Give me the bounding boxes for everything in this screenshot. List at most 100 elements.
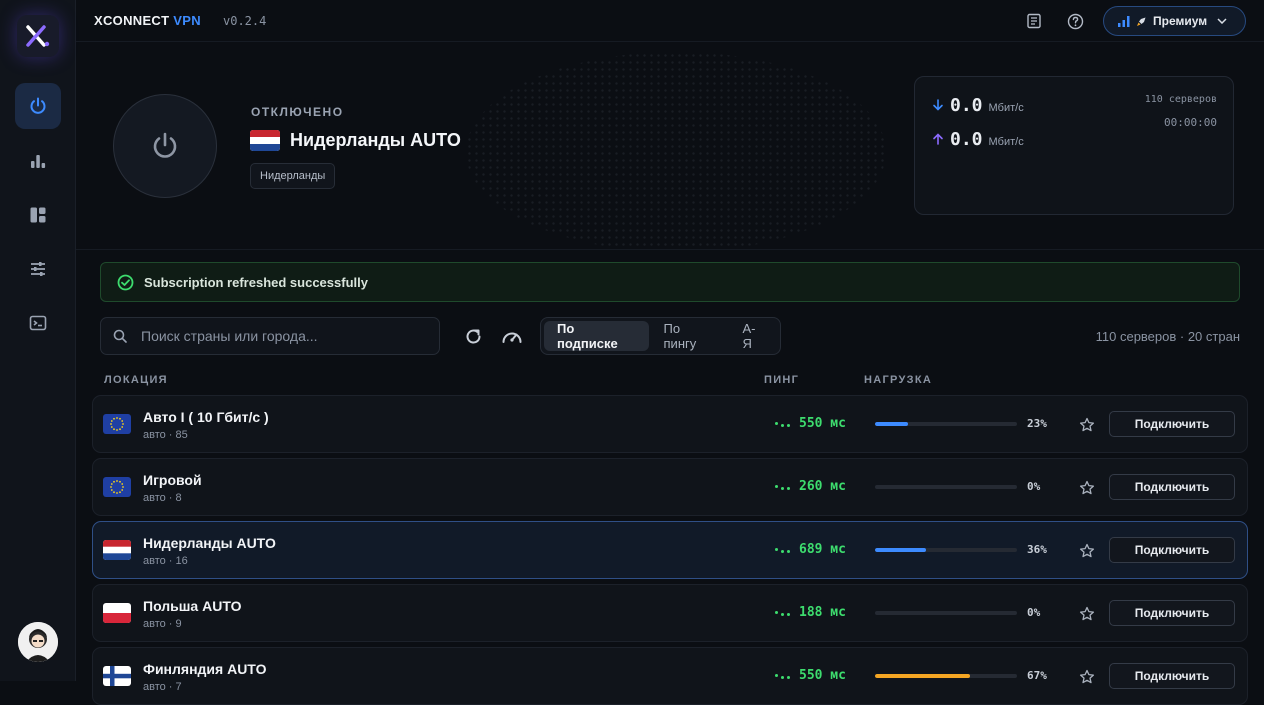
server-ping: 550 мс — [775, 416, 846, 431]
power-button[interactable] — [113, 94, 217, 198]
sort-alphabetical[interactable]: А-Я — [729, 321, 777, 351]
ping-test-button[interactable] — [500, 324, 524, 348]
speedometer-icon — [502, 332, 522, 343]
column-ping: ПИНГ — [764, 374, 800, 386]
load-bar — [875, 548, 1017, 552]
load-percent: 23% — [1027, 417, 1047, 430]
top-bar: XCONNECT VPN v0.2.4 Премиум — [76, 0, 1264, 42]
bar-chart-icon — [31, 155, 46, 168]
ping-signal-icon — [775, 671, 793, 681]
app-logo[interactable] — [17, 15, 59, 57]
server-ping: 689 мс — [775, 542, 846, 557]
load-bar — [875, 422, 1017, 426]
search-input[interactable] — [141, 328, 411, 344]
star-icon — [1079, 543, 1095, 558]
load-bar — [875, 611, 1017, 615]
eu-flag-icon — [103, 477, 131, 497]
server-name: Нидерланды AUTO — [143, 535, 276, 551]
load-bar — [875, 485, 1017, 489]
server-ping: 188 мс — [775, 605, 846, 620]
ping-signal-icon — [775, 608, 793, 618]
server-name: Финляндия AUTO — [143, 661, 267, 677]
connection-panel: ОТКЛЮЧЕНО Нидерланды AUTO Нидерланды 0.0… — [76, 42, 1264, 250]
finland-flag-icon — [103, 666, 131, 686]
success-toast: Subscription refreshed successfully — [100, 262, 1240, 302]
server-subtitle: авто · 9 — [143, 618, 182, 630]
connect-button[interactable]: Подключить — [1109, 537, 1235, 563]
favorite-button[interactable] — [1077, 604, 1097, 624]
brand-name: XCONNECT — [94, 13, 170, 28]
toast-message: Subscription refreshed successfully — [144, 274, 368, 290]
search-box[interactable] — [100, 317, 440, 355]
app-version: v0.2.4 — [223, 14, 267, 28]
load-bar — [875, 674, 1017, 678]
load-bar-fill — [875, 548, 927, 552]
server-row[interactable]: Авто I ( 10 Гбит/с ) авто · 85 550 мс 23% По… — [92, 395, 1248, 453]
server-count: 110 серверов — [1144, 94, 1217, 105]
check-circle-icon — [117, 274, 134, 290]
star-icon — [1079, 606, 1095, 621]
server-row[interactable]: Игровой авто · 8 260 мс 0% Подключить — [92, 458, 1248, 516]
connection-status: ОТКЛЮЧЕНО — [251, 105, 344, 119]
ping-value: 550 мс — [799, 416, 846, 431]
signal-icon — [1118, 15, 1130, 27]
session-timer: 00:00:00 — [1164, 116, 1217, 129]
star-icon — [1079, 669, 1095, 684]
ping-signal-icon — [775, 419, 793, 429]
nav-connection[interactable] — [15, 83, 61, 129]
current-location-name: Нидерланды AUTO — [290, 130, 461, 150]
upload-unit: Мбит/с — [988, 136, 1024, 148]
download-unit: Мбит/с — [988, 102, 1024, 114]
ping-signal-icon — [775, 482, 793, 492]
favorite-button[interactable] — [1077, 541, 1097, 561]
app-brand: XCONNECT VPN — [94, 13, 201, 28]
server-name: Польша AUTO — [143, 598, 242, 614]
refresh-button[interactable] — [461, 324, 485, 348]
star-icon — [1079, 417, 1095, 432]
sort-by-subscription[interactable]: По подписке — [544, 321, 649, 351]
upload-value: 0.0 — [950, 129, 983, 150]
server-row[interactable]: Нидерланды AUTO авто · 16 689 мс 36% Подключ… — [92, 521, 1248, 579]
ping-signal-icon — [775, 545, 793, 555]
ping-value: 689 мс — [799, 542, 846, 557]
logs-button[interactable] — [1024, 11, 1044, 31]
nav-settings[interactable] — [15, 246, 61, 292]
sort-segmented-control: По подписке По пингу А-Я — [540, 317, 781, 355]
rocket-icon — [1137, 17, 1146, 26]
nav-logs[interactable] — [15, 300, 61, 346]
favorite-button[interactable] — [1077, 415, 1097, 435]
arrow-down-icon — [933, 99, 943, 111]
server-subtitle: авто · 85 — [143, 429, 188, 441]
location-tag: Нидерланды — [250, 163, 336, 189]
sort-by-ping[interactable]: По пингу — [651, 321, 728, 351]
connect-button[interactable]: Подключить — [1109, 474, 1235, 500]
server-row[interactable]: Финляндия AUTO авто · 7 550 мс 67% Подключит… — [92, 647, 1248, 705]
sliders-icon — [31, 262, 45, 276]
plan-dropdown[interactable]: Премиум — [1103, 6, 1246, 36]
server-subtitle: авто · 7 — [143, 681, 182, 693]
current-location: Нидерланды AUTO — [250, 130, 461, 151]
help-icon — [1067, 13, 1083, 29]
logo-x-icon — [26, 25, 50, 47]
server-subtitle: авто · 16 — [143, 555, 188, 567]
user-avatar[interactable] — [18, 622, 58, 662]
favorite-button[interactable] — [1077, 667, 1097, 687]
favorite-button[interactable] — [1077, 478, 1097, 498]
help-button[interactable] — [1065, 11, 1085, 31]
arrow-up-icon — [933, 133, 943, 145]
ping-value: 260 мс — [799, 479, 846, 494]
load-percent: 36% — [1027, 543, 1047, 556]
nav-servers[interactable] — [15, 192, 61, 238]
dashboard-icon — [30, 207, 46, 223]
upload-speed: 0.0 Мбит/с — [932, 129, 1024, 150]
connect-button[interactable]: Подключить — [1109, 663, 1235, 689]
servers-summary: 110 серверов · 20 стран — [1095, 329, 1240, 344]
server-subtitle: авто · 8 — [143, 492, 182, 504]
nav-statistics[interactable] — [15, 138, 61, 184]
poland-flag-icon — [103, 603, 131, 623]
load-percent: 67% — [1027, 669, 1047, 682]
server-row[interactable]: Польша AUTO авто · 9 188 мс 0% Подключить — [92, 584, 1248, 642]
connect-button[interactable]: Подключить — [1109, 411, 1235, 437]
connect-button[interactable]: Подключить — [1109, 600, 1235, 626]
power-icon — [30, 97, 46, 114]
